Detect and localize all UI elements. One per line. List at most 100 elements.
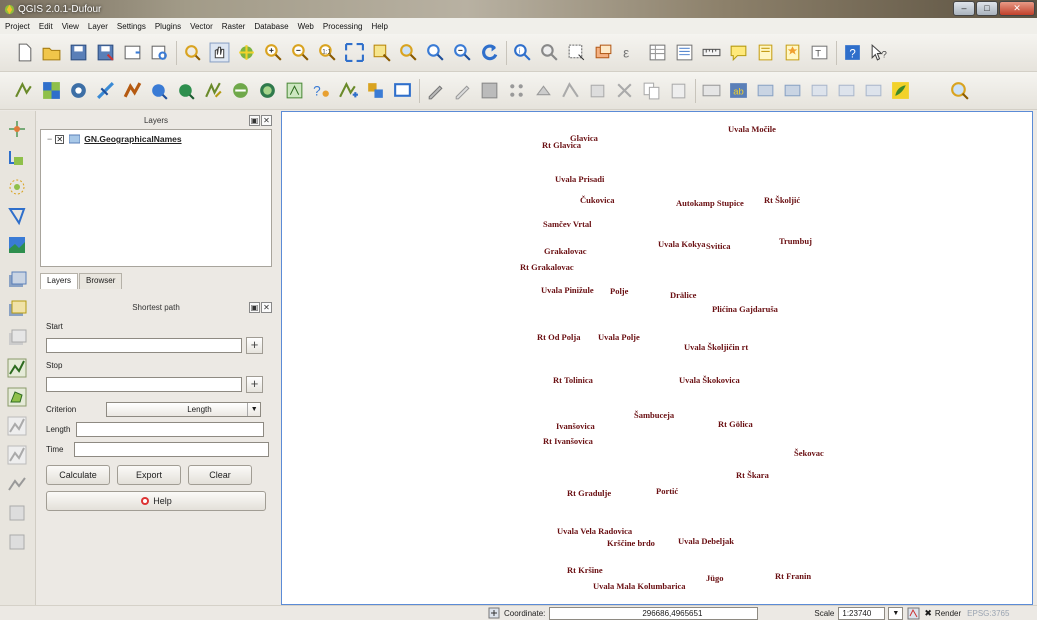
export-button[interactable]: Export: [117, 465, 181, 485]
add-spatialite-layer-icon[interactable]: [95, 80, 116, 101]
label-icon[interactable]: [701, 80, 722, 101]
polygon-layer-icon[interactable]: [6, 386, 28, 408]
toggle-editing-icon[interactable]: [425, 80, 446, 101]
copy-features-icon[interactable]: [641, 80, 662, 101]
zoom-out-icon[interactable]: [290, 42, 311, 63]
capture-start-button[interactable]: +: [246, 337, 263, 354]
add-wfs-layer-icon[interactable]: [203, 80, 224, 101]
criterion-select[interactable]: Length ▼: [106, 402, 262, 417]
layer-disabled-icon[interactable]: [6, 328, 28, 350]
whats-this-icon[interactable]: ?: [869, 42, 890, 63]
menu-view[interactable]: View: [62, 22, 79, 31]
new-shapefile-icon[interactable]: [338, 80, 359, 101]
add-postgis-layer-icon[interactable]: [68, 80, 89, 101]
scale-dropdown-icon[interactable]: ▼: [888, 606, 904, 620]
coordinate-field[interactable]: 296686,4965651: [549, 606, 759, 620]
minimize-button[interactable]: –: [953, 1, 975, 16]
node-tool-icon[interactable]: [560, 80, 581, 101]
layer-grey-2-icon[interactable]: [6, 531, 28, 553]
new-bookmark-icon[interactable]: [755, 42, 776, 63]
add-grass-layer-icon[interactable]: [284, 80, 305, 101]
scale-field[interactable]: 1:23740: [838, 606, 886, 620]
dock-close-icon[interactable]: ✕: [261, 302, 272, 313]
layer-checkbox[interactable]: ✕: [55, 134, 65, 144]
add-oracle-layer-icon[interactable]: [257, 80, 278, 101]
add-feature-icon[interactable]: [506, 80, 527, 101]
open-project-icon[interactable]: [41, 42, 62, 63]
show-bookmarks-icon[interactable]: [782, 42, 803, 63]
select-features-icon[interactable]: [539, 42, 560, 63]
gps-icon[interactable]: [6, 176, 28, 198]
pan-to-selection-icon[interactable]: [236, 42, 257, 63]
menu-plugins[interactable]: Plugins: [155, 22, 181, 31]
zoom-full-icon[interactable]: [344, 42, 365, 63]
field-calculator-icon[interactable]: [674, 42, 695, 63]
show-hide-labels-icon[interactable]: [782, 80, 803, 101]
layer-grey-icon[interactable]: [6, 502, 28, 524]
remove-layer-icon[interactable]: [392, 80, 413, 101]
clear-button[interactable]: Clear: [188, 465, 252, 485]
stop-render-icon[interactable]: [907, 607, 920, 620]
layer-stack-icon[interactable]: [6, 270, 28, 292]
expression-icon[interactable]: ε: [620, 42, 641, 63]
line-layer-disabled-2-icon[interactable]: [6, 444, 28, 466]
new-project-icon[interactable]: [14, 42, 35, 63]
new-spatialite-layer-icon[interactable]: [365, 80, 386, 101]
menu-layer[interactable]: Layer: [88, 22, 108, 31]
add-wcs-layer-icon[interactable]: [176, 80, 197, 101]
menu-database[interactable]: Database: [254, 22, 288, 31]
add-delimited-text-icon[interactable]: [230, 80, 251, 101]
crs-status[interactable]: EPSG:3765: [967, 609, 1009, 618]
dock-float-icon[interactable]: ▣: [249, 115, 260, 126]
delete-selected-icon[interactable]: [587, 80, 608, 101]
dock-close-icon[interactable]: ✕: [261, 115, 272, 126]
menu-vector[interactable]: Vector: [190, 22, 213, 31]
composer-manager-icon[interactable]: [149, 42, 170, 63]
rotate-label-icon[interactable]: [836, 80, 857, 101]
length-field[interactable]: [76, 422, 265, 437]
raster-layer-icon[interactable]: [6, 234, 28, 256]
identify-icon[interactable]: i: [512, 42, 533, 63]
zoom-native-icon[interactable]: 1:1: [317, 42, 338, 63]
help-icon[interactable]: ?: [842, 42, 863, 63]
close-button[interactable]: ✕: [999, 1, 1035, 16]
move-feature-icon[interactable]: [533, 80, 554, 101]
layer-row[interactable]: − ✕ GN.GeographicalNames: [47, 134, 265, 144]
save-project-icon[interactable]: [68, 42, 89, 63]
tree-expander[interactable]: −: [47, 134, 52, 144]
zoom-last-icon[interactable]: [425, 42, 446, 63]
zoom-to-layer-icon[interactable]: [398, 42, 419, 63]
vector-edit-icon[interactable]: [6, 147, 28, 169]
layer-labeling-icon[interactable]: ab: [728, 80, 749, 101]
save-edits-icon[interactable]: [479, 80, 500, 101]
stop-point-field[interactable]: [46, 377, 242, 392]
menu-edit[interactable]: Edit: [39, 22, 53, 31]
start-point-field[interactable]: [46, 338, 242, 353]
pin-labels-icon[interactable]: [755, 80, 776, 101]
capture-stop-button[interactable]: +: [246, 376, 263, 393]
dock-float-icon[interactable]: ▣: [249, 302, 260, 313]
text-annotation-icon[interactable]: T: [809, 42, 830, 63]
measure-line-icon[interactable]: [701, 42, 722, 63]
tab-layers[interactable]: Layers: [40, 273, 79, 289]
digitize-point-icon[interactable]: [6, 118, 28, 140]
add-raster-layer-icon[interactable]: [41, 80, 62, 101]
new-print-composer-icon[interactable]: [122, 42, 143, 63]
render-checkbox[interactable]: ✖: [924, 608, 932, 619]
deselect-icon[interactable]: [593, 42, 614, 63]
move-label-icon[interactable]: [809, 80, 830, 101]
time-field[interactable]: [74, 442, 270, 457]
line-layer-icon[interactable]: [6, 357, 28, 379]
terrain-icon[interactable]: [6, 473, 28, 495]
help-button[interactable]: Help: [46, 491, 266, 511]
map-tips-icon[interactable]: [728, 42, 749, 63]
tab-browser[interactable]: Browser: [79, 273, 123, 289]
pan-hand-icon[interactable]: [209, 42, 230, 63]
line-layer-disabled-icon[interactable]: [6, 415, 28, 437]
coordinate-toggle-icon[interactable]: [488, 607, 500, 619]
menu-raster[interactable]: Raster: [222, 22, 246, 31]
refresh-icon[interactable]: [479, 42, 500, 63]
zoom-next-icon[interactable]: [452, 42, 473, 63]
cut-features-icon[interactable]: [614, 80, 635, 101]
georeferencer-icon[interactable]: [949, 80, 970, 101]
